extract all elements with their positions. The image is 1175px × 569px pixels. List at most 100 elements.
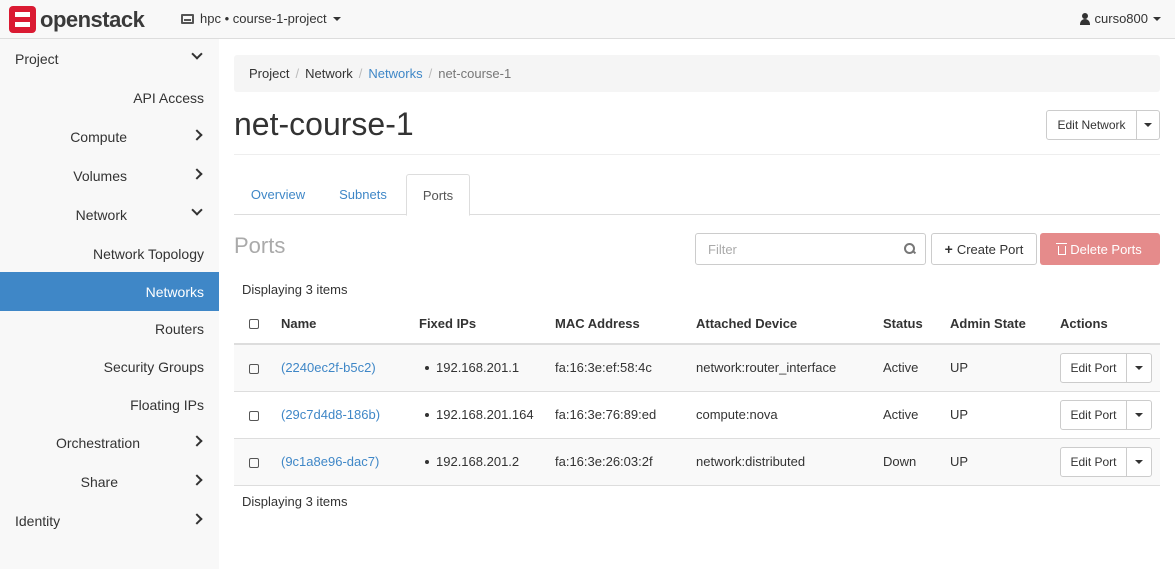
edit-network-button[interactable]: Edit Network	[1047, 111, 1137, 139]
caret-down-icon	[332, 16, 341, 21]
column-header-mac-address[interactable]: MAC Address	[555, 303, 696, 345]
row-select-cell	[234, 344, 281, 392]
sidebar-item-label: Network	[75, 206, 127, 223]
sidebar-item-routers[interactable]: Routers	[0, 309, 219, 348]
openstack-logo[interactable]: openstack	[9, 6, 145, 33]
item-count-top: Displaying 3 items	[242, 282, 348, 297]
row-checkbox[interactable]	[249, 457, 259, 468]
breadcrumb-network: Network	[305, 66, 353, 81]
sidebar-item-share[interactable]: Share	[0, 462, 219, 501]
sidebar-item-label: Identity	[15, 512, 61, 529]
sidebar-item-label: Compute	[70, 128, 127, 145]
breadcrumb-separator: /	[428, 66, 433, 81]
create-port-label: Create Port	[956, 241, 1024, 257]
sidebar-item-project[interactable]: Project	[0, 39, 219, 78]
row-checkbox[interactable]	[249, 410, 259, 421]
row-action-dropdown-toggle[interactable]	[1127, 354, 1151, 382]
caret-down-icon	[1153, 16, 1161, 21]
sidebar-item-label: Network Topology	[92, 245, 204, 262]
monitor-icon	[181, 13, 194, 24]
row-select-cell	[234, 438, 281, 486]
port-name-link[interactable]: (29c7d4d8-186b)	[281, 407, 380, 422]
actions-cell: Edit Port	[1060, 391, 1160, 439]
sidebar-item-volumes[interactable]: Volumes	[0, 156, 219, 195]
port-name-cell: (2240ec2f-b5c2)	[281, 344, 419, 392]
sidebar-item-identity[interactable]: Identity	[0, 501, 219, 540]
mac-address-cell: fa:16:3e:76:89:ed	[555, 391, 696, 439]
column-header-name[interactable]: Name	[281, 303, 419, 345]
chevron-right-icon	[191, 513, 203, 525]
brand-name: openstack	[40, 6, 145, 32]
select-all-checkbox[interactable]	[249, 319, 259, 330]
sidebar-item-security-groups[interactable]: Security Groups	[0, 347, 219, 386]
chevron-down-icon	[191, 48, 203, 60]
column-header-status[interactable]: Status	[883, 303, 950, 345]
chevron-right-icon	[191, 474, 203, 486]
row-action-group: Edit Port	[1060, 399, 1152, 430]
breadcrumb-current: net-course-1	[438, 66, 512, 81]
row-action-dropdown-toggle[interactable]	[1127, 401, 1151, 429]
project-selector[interactable]: hpc • course-1-project	[181, 11, 341, 26]
item-count-bottom: Displaying 3 items	[242, 494, 348, 509]
edit-port-button[interactable]: Edit Port	[1061, 447, 1127, 476]
mac-address-cell: fa:16:3e:ef:58:4c	[555, 344, 696, 392]
tab-subnets[interactable]: Subnets	[324, 174, 402, 215]
filter-input[interactable]	[695, 233, 926, 265]
edit-port-button[interactable]: Edit Port	[1061, 400, 1127, 429]
port-name-cell: (29c7d4d8-186b)	[281, 391, 419, 439]
attached-device-cell: network:distributed	[696, 438, 883, 486]
admin-state-cell: UP	[950, 438, 1060, 486]
caret-down-icon	[1135, 459, 1143, 464]
create-port-button[interactable]: + Create Port	[931, 233, 1037, 265]
caret-down-icon	[1144, 123, 1152, 127]
tab-ports[interactable]: Ports	[406, 174, 470, 216]
bullet-icon	[425, 365, 429, 370]
row-action-dropdown-toggle[interactable]	[1127, 448, 1151, 476]
breadcrumb-networks-link[interactable]: Networks	[368, 66, 422, 81]
sidebar-item-label: Routers	[154, 320, 204, 337]
row-checkbox[interactable]	[249, 363, 259, 374]
search-icon[interactable]	[904, 243, 915, 254]
column-header-fixed-ips[interactable]: Fixed IPs	[419, 303, 555, 345]
sidebar: Project API Access Compute Volumes Netwo…	[0, 39, 219, 569]
port-name-link[interactable]: (2240ec2f-b5c2)	[281, 360, 376, 375]
table-row: (29c7d4d8-186b) 192.168.201.164 fa:16:3e…	[234, 391, 1160, 439]
user-menu[interactable]: curso800	[1079, 11, 1161, 26]
user-name: curso800	[1094, 11, 1148, 26]
fixed-ip-value: 192.168.201.1	[436, 360, 520, 376]
chevron-right-icon	[191, 168, 203, 180]
column-header-actions: Actions	[1060, 303, 1160, 345]
row-select-cell	[234, 391, 281, 439]
ports-table: Name Fixed IPs MAC Address Attached Devi…	[234, 303, 1160, 486]
edit-port-button[interactable]: Edit Port	[1061, 353, 1127, 382]
trash-icon	[1056, 242, 1068, 255]
port-name-cell: (9c1a8e96-dac7)	[281, 438, 419, 486]
bullet-icon	[425, 412, 429, 417]
status-cell: Active	[883, 391, 950, 439]
sidebar-item-label: Volumes	[73, 167, 127, 184]
sidebar-item-floating-ips[interactable]: Floating IPs	[0, 385, 219, 424]
sidebar-item-compute[interactable]: Compute	[0, 117, 219, 156]
sidebar-item-api-access[interactable]: API Access	[0, 78, 219, 117]
delete-ports-button[interactable]: Delete Ports	[1040, 233, 1160, 265]
delete-ports-label: Delete Ports	[1070, 241, 1142, 257]
sidebar-item-label: Share	[80, 473, 118, 490]
sidebar-item-network[interactable]: Network	[0, 195, 219, 234]
breadcrumb-project: Project	[249, 66, 290, 81]
table-row: (9c1a8e96-dac7) 192.168.201.2 fa:16:3e:2…	[234, 438, 1160, 486]
attached-device-cell: network:router_interface	[696, 344, 883, 392]
tab-overview[interactable]: Overview	[234, 174, 322, 215]
column-header-admin-state[interactable]: Admin State	[950, 303, 1060, 345]
breadcrumb-separator: /	[358, 66, 363, 81]
caret-down-icon	[1135, 365, 1143, 370]
sidebar-item-label: Networks	[145, 283, 204, 300]
column-header-attached-device[interactable]: Attached Device	[696, 303, 883, 345]
project-selector-label: hpc • course-1-project	[200, 11, 327, 26]
sidebar-item-network-topology[interactable]: Network Topology	[0, 234, 219, 273]
sidebar-item-orchestration[interactable]: Orchestration	[0, 423, 219, 462]
edit-network-dropdown-toggle[interactable]	[1137, 111, 1159, 139]
port-name-link[interactable]: (9c1a8e96-dac7)	[281, 454, 379, 469]
sidebar-item-label: API Access	[133, 89, 204, 106]
fixed-ip-value: 192.168.201.2	[436, 454, 520, 469]
sidebar-item-networks[interactable]: Networks	[0, 272, 219, 311]
